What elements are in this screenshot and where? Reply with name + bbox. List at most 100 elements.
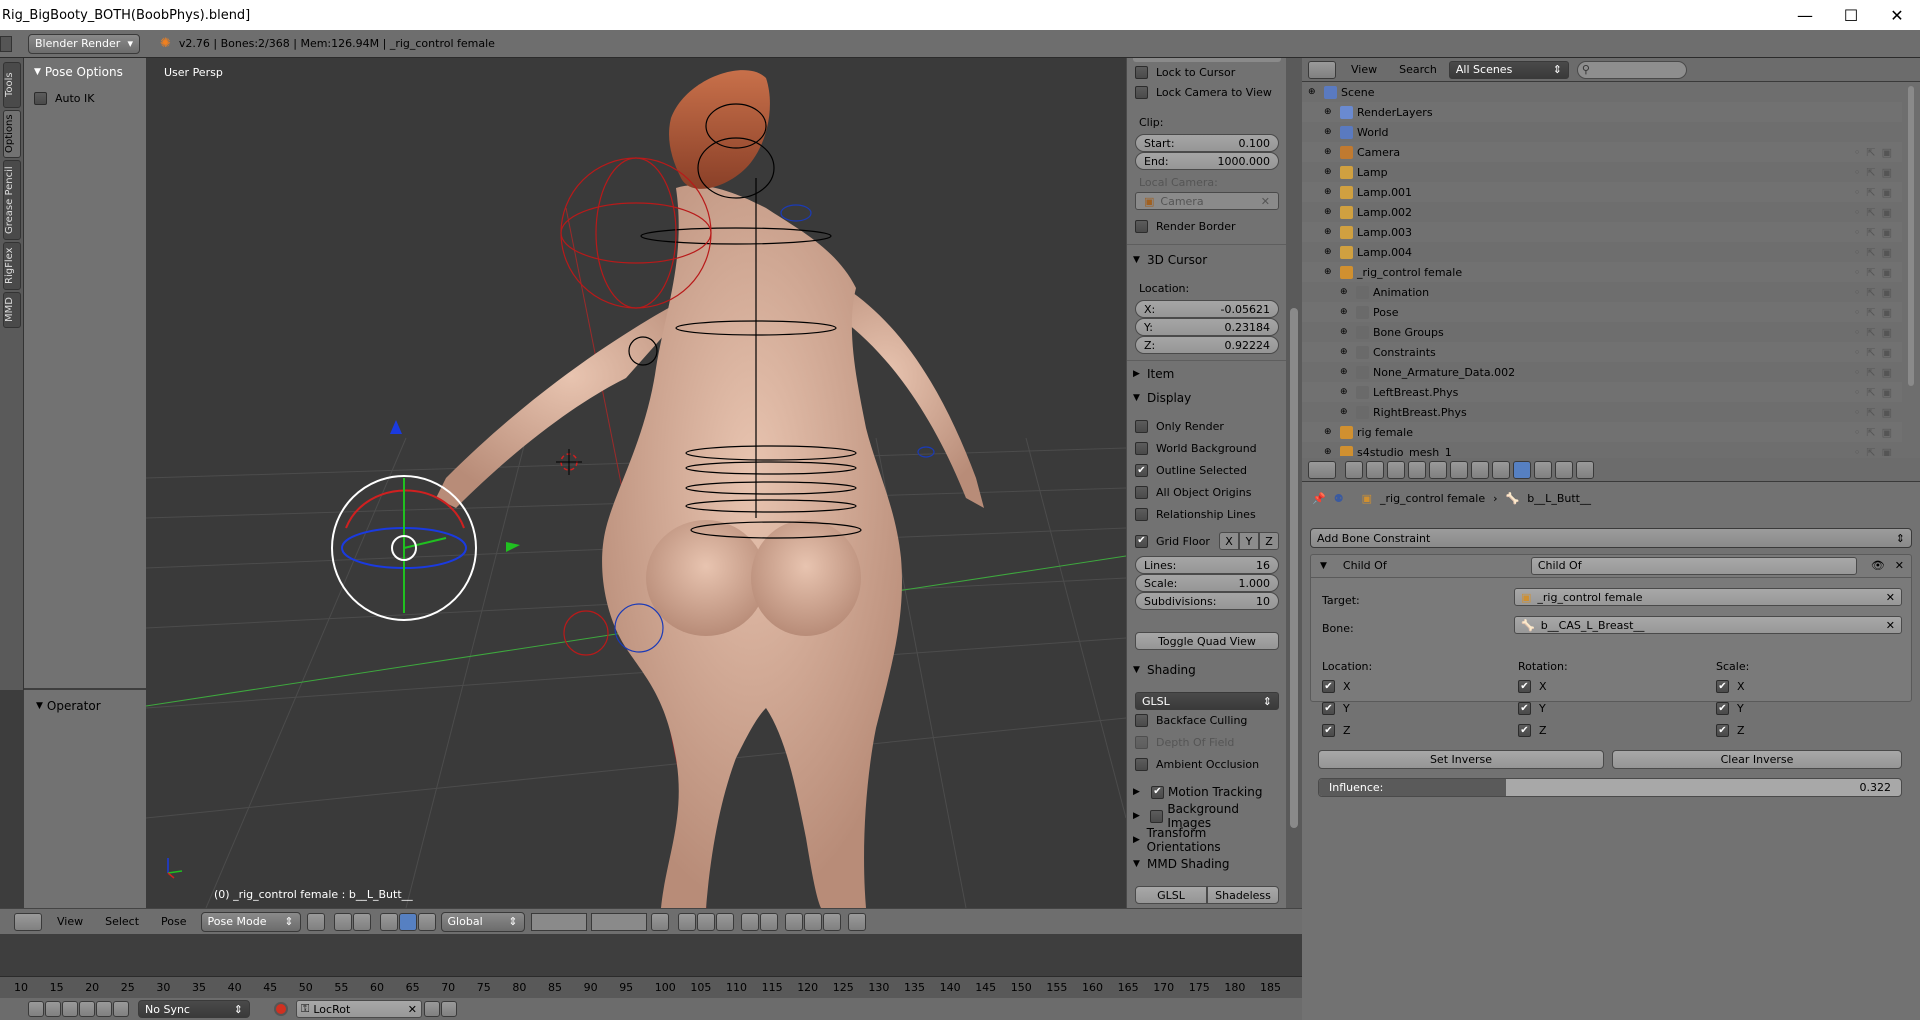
data-tab-icon[interactable] <box>1492 460 1510 479</box>
glsl-button[interactable]: GLSL <box>1135 886 1207 904</box>
expand-toggle-icon[interactable]: ⊕ <box>1340 287 1352 297</box>
rotation-y-row[interactable]: Y <box>1518 702 1546 715</box>
sync-dropdown[interactable]: No Sync ⇕ <box>138 1000 250 1018</box>
render-border-row[interactable]: Render Border <box>1135 220 1279 233</box>
rotation-x-row[interactable]: X <box>1518 680 1547 693</box>
operator-header[interactable]: ▼ Operator <box>36 696 146 716</box>
outliner-row[interactable]: ⊕ Animation ◦⇱▣ <box>1302 282 1902 302</box>
world-tab-icon[interactable] <box>1408 460 1426 479</box>
world-background-row[interactable]: World Background <box>1135 442 1279 455</box>
3d-cursor-header[interactable]: ▼ 3D Cursor <box>1133 250 1281 270</box>
expand-toggle-icon[interactable]: ⊕ <box>1340 347 1352 357</box>
restriction-toggles[interactable]: ◦⇱▣ <box>1854 226 1898 239</box>
close-icon[interactable]: ✕ <box>1874 0 1920 30</box>
scrollbar-thumb[interactable] <box>1908 86 1914 386</box>
shading-header[interactable]: ▼ Shading <box>1133 660 1281 680</box>
eye-icon[interactable]: 👁 <box>1871 559 1885 572</box>
timeline-editor[interactable] <box>0 934 1302 976</box>
play-icon[interactable] <box>79 1001 95 1017</box>
editor-type-button[interactable] <box>1308 460 1336 479</box>
next-keyframe-icon[interactable] <box>96 1001 112 1017</box>
display-mode-dropdown[interactable]: All Scenes ⇕ <box>1448 60 1569 79</box>
manipulator-toggle-icon[interactable] <box>352 912 371 931</box>
outliner-row[interactable]: ⊕ Lamp ◦⇱▣ <box>1302 162 1902 182</box>
render-layers-tab-icon[interactable] <box>1366 460 1384 479</box>
rotation-z-row[interactable]: Z <box>1518 724 1547 737</box>
expand-toggle-icon[interactable]: ⊕ <box>1340 307 1352 317</box>
location-x-checkbox[interactable] <box>1322 680 1335 693</box>
render-tab-icon[interactable] <box>1345 460 1363 479</box>
expand-toggle-icon[interactable]: ⊕ <box>1324 227 1336 237</box>
texture-tab-icon[interactable] <box>1555 460 1573 479</box>
expand-toggle-icon[interactable]: ⊕ <box>1324 427 1336 437</box>
translate-manipulator-icon[interactable] <box>379 912 398 931</box>
outliner-row[interactable]: ⊕ Camera ◦⇱▣ <box>1302 142 1902 162</box>
outliner-search-input[interactable]: ⚲ <box>1576 60 1687 79</box>
outliner-row[interactable]: ⊕ LeftBreast.Phys ◦⇱▣ <box>1302 382 1902 402</box>
proportional-edit-icon[interactable] <box>677 912 696 931</box>
depth-of-field-checkbox[interactable] <box>1135 736 1148 749</box>
outliner-row[interactable]: ⊕ Lamp.001 ◦⇱▣ <box>1302 182 1902 202</box>
outliner-row[interactable]: ⊕ Lamp.002 ◦⇱▣ <box>1302 202 1902 222</box>
outliner-row[interactable]: ⊕ Lamp.003 ◦⇱▣ <box>1302 222 1902 242</box>
constraints-tab-icon[interactable] <box>1450 460 1468 479</box>
expand-toggle-icon[interactable]: ⊕ <box>1340 387 1352 397</box>
grid-floor-row[interactable]: Grid Floor X Y Z <box>1135 532 1279 550</box>
cursor-z-field[interactable]: Z: 0.92224 <box>1135 336 1279 354</box>
clear-x-icon[interactable]: ✕ <box>1886 619 1895 632</box>
collapse-triangle-icon[interactable]: ▼ <box>1320 561 1327 571</box>
cursor-y-field[interactable]: Y: 0.23184 <box>1135 318 1279 336</box>
location-x-row[interactable]: X <box>1322 680 1351 693</box>
snap-icon[interactable] <box>696 912 715 931</box>
restriction-toggles[interactable]: ◦⇱▣ <box>1854 306 1898 319</box>
orientation-dropdown[interactable]: Global ⇕ <box>440 911 525 932</box>
delete-keyframe-icon[interactable] <box>441 1001 457 1017</box>
outliner-search-menu[interactable]: Search <box>1399 63 1437 76</box>
constraint-name-input[interactable]: Child Of <box>1530 556 1857 575</box>
jump-start-icon[interactable] <box>28 1001 44 1017</box>
outliner-row[interactable]: ⊕ Pose ◦⇱▣ <box>1302 302 1902 322</box>
ambient-occlusion-row[interactable]: Ambient Occlusion <box>1135 758 1279 771</box>
expand-toggle-icon[interactable]: ⊕ <box>1340 407 1352 417</box>
expand-toggle-icon[interactable]: ⊕ <box>1324 107 1336 117</box>
grid-lines-field[interactable]: Lines: 16 <box>1135 556 1279 574</box>
clip-start-field[interactable]: Start: 0.100 <box>1135 134 1279 152</box>
expand-toggle-icon[interactable]: ⊕ <box>1340 367 1352 377</box>
restriction-toggles[interactable]: ◦⇱▣ <box>1854 406 1898 419</box>
location-z-checkbox[interactable] <box>1322 724 1335 737</box>
outliner-row[interactable]: ⊕ RightBreast.Phys ◦⇱▣ <box>1302 402 1902 422</box>
relationship-lines-row[interactable]: Relationship Lines <box>1135 508 1279 521</box>
pin-icon[interactable]: 📌 <box>1312 492 1326 505</box>
grid-floor-checkbox[interactable] <box>1135 534 1148 548</box>
scale-z-row[interactable]: Z <box>1716 724 1745 737</box>
background-images-checkbox[interactable] <box>1150 809 1164 823</box>
restriction-toggles[interactable]: ◦⇱▣ <box>1854 446 1898 457</box>
paste-flipped-icon[interactable] <box>822 912 841 931</box>
pivot-point-icon[interactable] <box>333 912 352 931</box>
tab-tools[interactable]: Tools <box>3 62 21 108</box>
timeline-ruler[interactable]: 10 15 20 25 30 35 40 45 50 55 60 65 70 75 80 85 90 95 100 1… <box>0 976 1302 998</box>
clear-x-icon[interactable]: ✕ <box>1261 195 1270 208</box>
expand-toggle-icon[interactable]: ⊕ <box>1324 187 1336 197</box>
restriction-toggles[interactable]: ◦⇱▣ <box>1854 366 1898 379</box>
outliner-row[interactable]: ⊕ Scene <box>1302 82 1902 102</box>
ambient-occlusion-checkbox[interactable] <box>1135 758 1148 771</box>
editor-type-button[interactable] <box>0 35 12 52</box>
lock-to-cursor-checkbox[interactable] <box>1135 66 1148 79</box>
outliner-row[interactable]: ⊕ rig female ◦⇱▣ <box>1302 422 1902 442</box>
paste-pose-icon[interactable] <box>803 912 822 931</box>
expand-toggle-icon[interactable]: ⊕ <box>1324 147 1336 157</box>
influence-slider[interactable]: Influence: 0.322 <box>1318 778 1902 797</box>
outliner-row[interactable]: ⊕ Bone Groups ◦⇱▣ <box>1302 322 1902 342</box>
location-y-checkbox[interactable] <box>1322 702 1335 715</box>
expand-toggle-icon[interactable]: ⊕ <box>1324 247 1336 257</box>
scale-y-row[interactable]: Y <box>1716 702 1744 715</box>
object-tab-icon[interactable] <box>1429 460 1447 479</box>
scale-manipulator-icon[interactable] <box>417 912 436 931</box>
add-bone-constraint-dropdown[interactable]: Add Bone Constraint ⇕ <box>1310 528 1912 548</box>
depth-of-field-row[interactable]: Depth Of Field <box>1135 736 1279 749</box>
scrollbar-thumb[interactable] <box>1290 308 1298 828</box>
shadeless-button[interactable]: Shadeless <box>1207 886 1279 904</box>
target-field[interactable]: ▣ _rig_control female ✕ <box>1514 588 1902 606</box>
layers-grid[interactable] <box>530 912 587 931</box>
